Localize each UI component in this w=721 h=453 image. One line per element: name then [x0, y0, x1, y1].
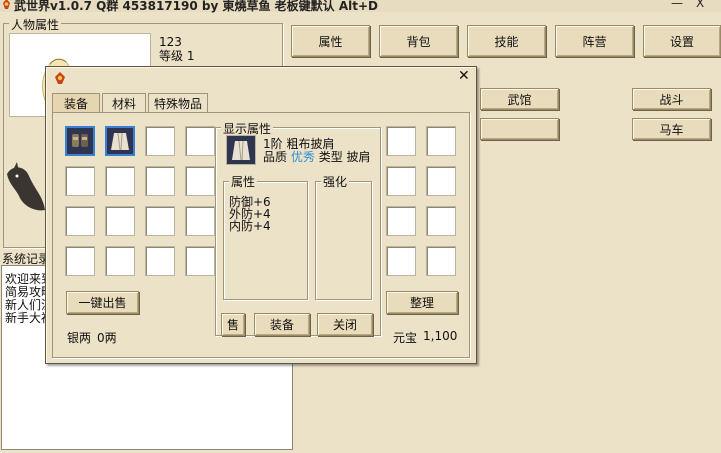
close-detail-button[interactable]: 关闭 [317, 313, 373, 336]
close-window-button[interactable]: X [696, 0, 704, 10]
enhance-box [315, 181, 372, 300]
inventory-dialog: ✕ 装备 材料 特殊物品 显示属性 1阶 粗布披肩 品质 优秀 类型 披肩 属性 [45, 66, 477, 364]
inventory-slot[interactable] [65, 246, 95, 276]
sort-button[interactable]: 整理 [386, 291, 458, 314]
dialog-icon [55, 72, 65, 84]
menu-attributes-button[interactable]: 属性 [291, 25, 370, 57]
title-bar: 武世界v1.0.7 Q群 453817190 by 東燒草鱼 老板键默认 Alt… [0, 0, 721, 13]
sell-button[interactable]: 售 [221, 313, 245, 336]
inventory-slot[interactable] [386, 126, 416, 156]
inventory-slot[interactable] [426, 126, 456, 156]
inventory-slot[interactable] [145, 206, 175, 236]
dojo-button[interactable]: 武馆 [480, 88, 559, 110]
cloak-item-icon [111, 132, 129, 151]
quality-value: 优秀 [290, 150, 315, 164]
inventory-slot[interactable] [105, 126, 135, 156]
equip-button[interactable]: 装备 [254, 313, 310, 336]
inventory-slot[interactable] [185, 166, 215, 196]
dialog-close-icon[interactable]: ✕ [458, 68, 470, 84]
silver-value: 0两 [97, 331, 117, 345]
inventory-slot[interactable] [386, 166, 416, 196]
menu-skills-button[interactable]: 技能 [467, 25, 546, 57]
tab-materials[interactable]: 材料 [102, 93, 146, 112]
empty-menu-button[interactable] [480, 118, 559, 140]
inventory-slot[interactable] [145, 126, 175, 156]
inventory-slot[interactable] [105, 166, 135, 196]
inventory-slot[interactable] [185, 126, 215, 156]
detail-item-slot [226, 135, 256, 165]
inventory-slot[interactable] [65, 166, 95, 196]
carriage-button[interactable]: 马车 [632, 118, 711, 140]
inventory-slot[interactable] [65, 206, 95, 236]
inventory-slot[interactable] [185, 246, 215, 276]
inventory-slot[interactable] [145, 166, 175, 196]
inventory-slot[interactable] [426, 206, 456, 236]
battle-button[interactable]: 战斗 [632, 88, 711, 110]
app-icon [3, 0, 10, 9]
inventory-slot[interactable] [426, 246, 456, 276]
menu-settings-button[interactable]: 设置 [643, 25, 721, 57]
inventory-slot[interactable] [105, 246, 135, 276]
inventory-slot[interactable] [105, 206, 135, 236]
character-level: 等级 1 [159, 49, 195, 63]
yuanbao-value: 1,100 [423, 329, 458, 343]
item-quality-row: 品质 优秀 类型 披肩 [263, 148, 371, 165]
inventory-slot[interactable] [65, 126, 95, 156]
inventory-slot[interactable] [386, 206, 416, 236]
attribute-line: 内防+4 [229, 219, 271, 233]
minimize-button[interactable]: — [671, 0, 683, 10]
menu-faction-button[interactable]: 阵营 [555, 25, 634, 57]
sell-all-button[interactable]: 一键出售 [66, 291, 139, 314]
character-panel-label: 人物属性 [9, 16, 62, 33]
menu-bag-button[interactable]: 背包 [379, 25, 458, 57]
attributes-label: 属性 [229, 173, 258, 190]
type-label: 类型 [318, 150, 343, 164]
inventory-slot[interactable] [185, 206, 215, 236]
quality-label: 品质 [263, 150, 288, 164]
window-title: 武世界v1.0.7 Q群 453817190 by 東燒草鱼 老板键默认 Alt… [14, 0, 378, 13]
bracer-item-icon [72, 134, 88, 147]
tab-equipment[interactable]: 装备 [52, 93, 100, 112]
pet-sprite [7, 162, 45, 211]
enhance-label: 强化 [321, 173, 350, 190]
inventory-slot[interactable] [145, 246, 175, 276]
tab-special-items[interactable]: 特殊物品 [148, 93, 208, 112]
silver-label: 银两 [67, 331, 92, 345]
type-value: 披肩 [346, 150, 371, 164]
cloak-item-icon [232, 140, 250, 161]
inventory-slot[interactable] [426, 166, 456, 196]
yuanbao-label: 元宝 [393, 331, 418, 345]
inventory-slot[interactable] [386, 246, 416, 276]
